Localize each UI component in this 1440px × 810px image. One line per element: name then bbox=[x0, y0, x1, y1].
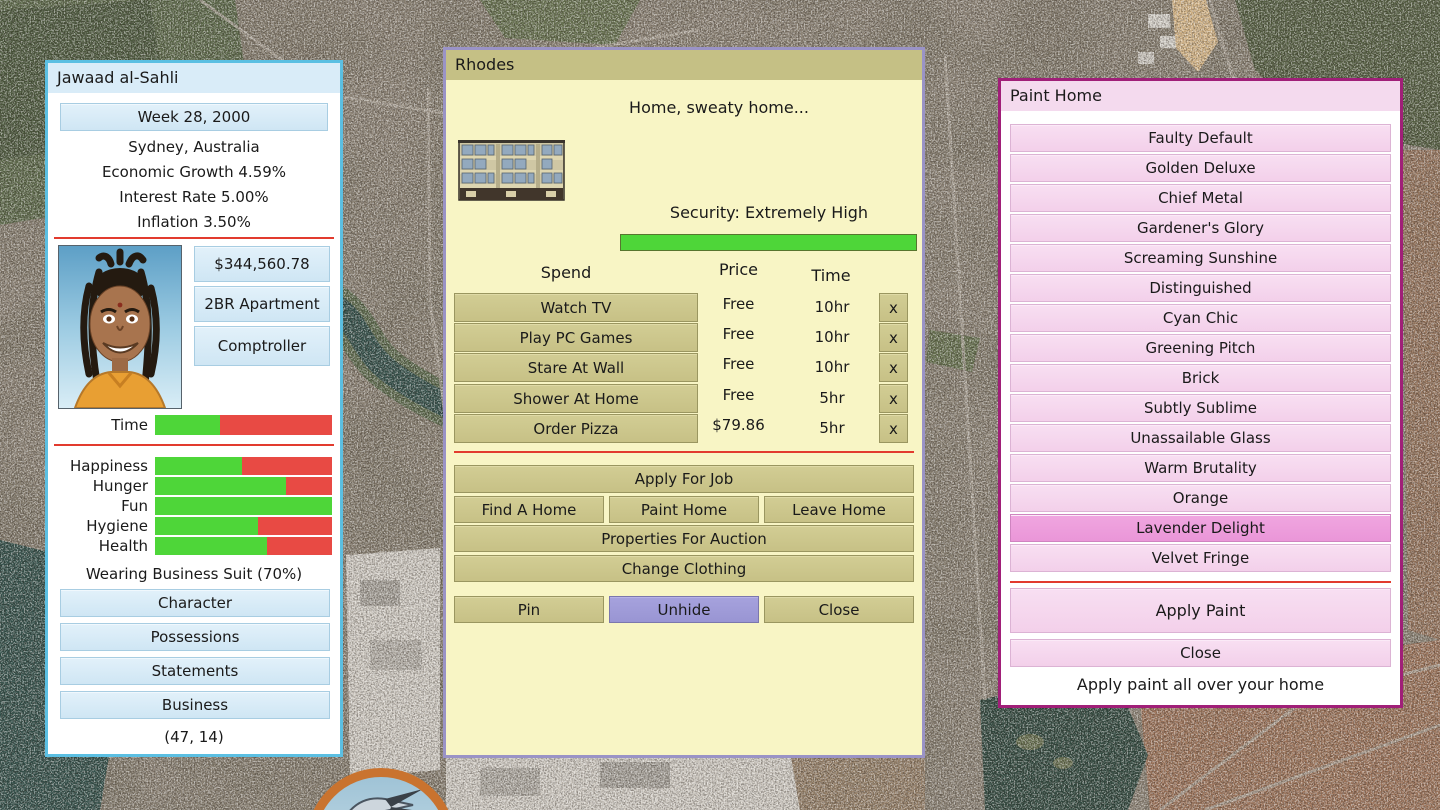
paint-option[interactable]: Gardener's Glory bbox=[1010, 214, 1391, 242]
paint-option[interactable]: Faulty Default bbox=[1010, 124, 1391, 152]
change-clothing-button[interactable]: Change Clothing bbox=[454, 555, 914, 582]
stat-label: Health bbox=[48, 537, 148, 555]
paint-panel-title: Paint Home bbox=[1001, 81, 1400, 111]
time-bar bbox=[155, 415, 332, 435]
paint-option[interactable]: Unassailable Glass bbox=[1010, 424, 1391, 452]
stat-label: Hygiene bbox=[48, 517, 148, 535]
shower-at-home-button[interactable]: Shower At Home bbox=[454, 384, 698, 413]
remove-action-button[interactable]: x bbox=[879, 293, 908, 322]
bird-icon bbox=[315, 777, 447, 810]
separator bbox=[54, 444, 334, 446]
paint-option[interactable]: Greening Pitch bbox=[1010, 334, 1391, 362]
time-value: 10hr bbox=[792, 293, 872, 322]
time-column-header: Time bbox=[791, 266, 871, 285]
paint-option[interactable]: Warm Brutality bbox=[1010, 454, 1391, 482]
time-label: Time bbox=[48, 416, 148, 434]
price-value: $79.86 bbox=[696, 411, 781, 440]
fun-bar bbox=[155, 497, 332, 515]
paint-option[interactable]: Distinguished bbox=[1010, 274, 1391, 302]
paint-option[interactable]: Cyan Chic bbox=[1010, 304, 1391, 332]
price-value: Free bbox=[696, 290, 781, 319]
separator bbox=[454, 451, 914, 453]
character-button[interactable]: Character bbox=[60, 589, 330, 617]
happiness-bar bbox=[155, 457, 332, 475]
paint-hint-text: Apply paint all over your home bbox=[1001, 675, 1400, 694]
location-greeting: Home, sweaty home... bbox=[446, 95, 922, 120]
price-value: Free bbox=[696, 381, 781, 410]
paint-close-button[interactable]: Close bbox=[1010, 639, 1391, 667]
remove-action-button[interactable]: x bbox=[879, 384, 908, 413]
paint-option-selected[interactable]: Lavender Delight bbox=[1010, 514, 1391, 542]
paint-panel: Paint Home Faulty Default Golden Deluxe … bbox=[998, 78, 1403, 708]
economic-growth-text: Economic Growth 4.59% bbox=[48, 160, 340, 185]
separator bbox=[54, 237, 334, 239]
remove-action-button[interactable]: x bbox=[879, 353, 908, 382]
remove-action-button[interactable]: x bbox=[879, 323, 908, 352]
stat-label: Hunger bbox=[48, 477, 148, 495]
health-bar bbox=[155, 537, 332, 555]
paint-option[interactable]: Subtly Sublime bbox=[1010, 394, 1391, 422]
player-panel: Jawaad al-Sahli Week 28, 2000 Sydney, Au… bbox=[45, 60, 343, 757]
security-label: Security: Extremely High bbox=[446, 200, 922, 225]
remove-action-button[interactable]: x bbox=[879, 414, 908, 443]
possessions-button[interactable]: Possessions bbox=[60, 623, 330, 651]
price-value: Free bbox=[696, 320, 781, 349]
close-button[interactable]: Close bbox=[764, 596, 914, 623]
money-button[interactable]: $344,560.78 bbox=[194, 246, 330, 282]
hygiene-bar bbox=[155, 517, 332, 535]
time-value: 5hr bbox=[792, 414, 872, 443]
spend-column-header: Spend bbox=[486, 263, 646, 282]
time-value: 5hr bbox=[792, 384, 872, 413]
apartment-building-image bbox=[458, 136, 565, 210]
home-button[interactable]: 2BR Apartment bbox=[194, 286, 330, 322]
map-emblem bbox=[306, 768, 458, 810]
properties-for-auction-button[interactable]: Properties For Auction bbox=[454, 525, 914, 552]
paint-option[interactable]: Screaming Sunshine bbox=[1010, 244, 1391, 272]
paint-option[interactable]: Velvet Fringe bbox=[1010, 544, 1391, 572]
paint-option[interactable]: Golden Deluxe bbox=[1010, 154, 1391, 182]
price-value: Free bbox=[696, 350, 781, 379]
paint-option[interactable]: Brick bbox=[1010, 364, 1391, 392]
watch-tv-button[interactable]: Watch TV bbox=[454, 293, 698, 322]
map-coordinates: (47, 14) bbox=[48, 725, 340, 750]
pin-button[interactable]: Pin bbox=[454, 596, 604, 623]
security-bar bbox=[620, 234, 917, 251]
leave-home-button[interactable]: Leave Home bbox=[764, 496, 914, 523]
inflation-text: Inflation 3.50% bbox=[48, 210, 340, 235]
player-panel-title: Jawaad al-Sahli bbox=[48, 63, 340, 93]
unhide-button[interactable]: Unhide bbox=[609, 596, 759, 623]
stat-label: Happiness bbox=[48, 457, 148, 475]
time-value: 10hr bbox=[792, 353, 872, 382]
order-pizza-button[interactable]: Order Pizza bbox=[454, 414, 698, 443]
hunger-bar bbox=[155, 477, 332, 495]
apply-for-job-button[interactable]: Apply For Job bbox=[454, 465, 914, 493]
apply-paint-button[interactable]: Apply Paint bbox=[1010, 588, 1391, 633]
separator bbox=[1010, 581, 1391, 583]
statements-button[interactable]: Statements bbox=[60, 657, 330, 685]
stare-at-wall-button[interactable]: Stare At Wall bbox=[454, 353, 698, 382]
emblem-ring bbox=[306, 768, 456, 810]
paint-option[interactable]: Orange bbox=[1010, 484, 1391, 512]
paint-option[interactable]: Chief Metal bbox=[1010, 184, 1391, 212]
location-panel: Rhodes Home, sweaty home... bbox=[443, 47, 925, 758]
clothing-status: Wearing Business Suit (70%) bbox=[48, 563, 340, 585]
comptroller-button[interactable]: Comptroller bbox=[194, 326, 330, 366]
time-value: 10hr bbox=[792, 323, 872, 352]
business-button[interactable]: Business bbox=[60, 691, 330, 719]
paint-home-button[interactable]: Paint Home bbox=[609, 496, 759, 523]
interest-rate-text: Interest Rate 5.00% bbox=[48, 185, 340, 210]
week-button[interactable]: Week 28, 2000 bbox=[60, 103, 328, 131]
location-text: Sydney, Australia bbox=[48, 135, 340, 160]
stat-label: Fun bbox=[48, 497, 148, 515]
price-column-header: Price bbox=[696, 260, 781, 279]
location-panel-title: Rhodes bbox=[446, 50, 922, 80]
find-a-home-button[interactable]: Find A Home bbox=[454, 496, 604, 523]
character-portrait bbox=[58, 245, 182, 409]
play-pc-games-button[interactable]: Play PC Games bbox=[454, 323, 698, 352]
